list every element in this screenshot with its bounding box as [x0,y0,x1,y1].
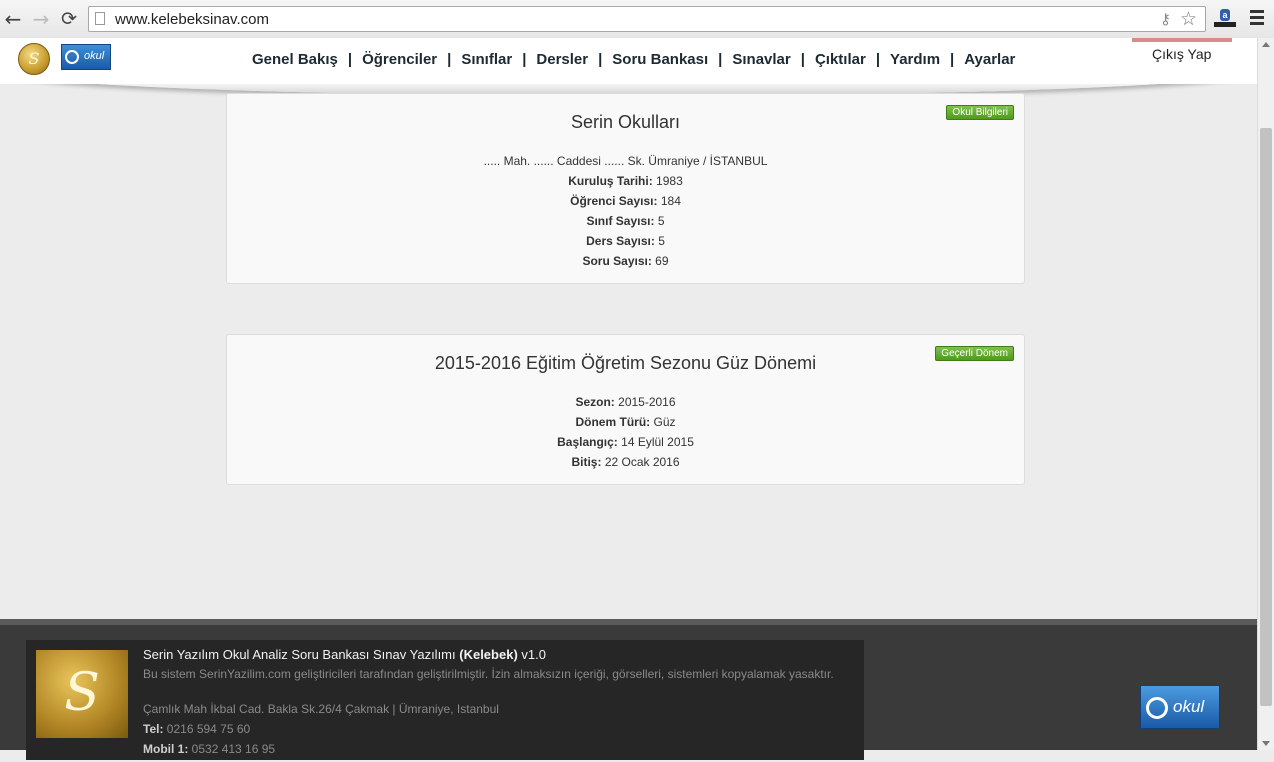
school-address: ..... Mah. ...... Caddesi ...... Sk. Ümr… [483,154,768,168]
student-count-row: Öğrenci Sayısı: 184 [570,194,681,208]
nav-separator: | [522,50,527,68]
school-info-panel: Serin Okulları Okul Bilgileri ..... Mah.… [226,93,1025,284]
footer-phone: Tel: 0216 594 75 60 [143,722,251,736]
page-scrollbar[interactable] [1257,38,1274,750]
footer-eokul-logo[interactable]: okul [1140,685,1220,729]
logout-label[interactable]: Çıkış Yap [1152,46,1211,62]
serin-logo[interactable]: S [18,43,50,75]
key-icon[interactable]: ⚷ [1160,10,1171,28]
nav-siniflar[interactable]: Sınıflar [461,51,512,68]
course-count-row: Ders Sayısı: 5 [586,234,665,248]
nav-separator: | [447,50,452,68]
scroll-down-icon[interactable] [1262,741,1270,746]
question-count-row: Soru Sayısı: 69 [582,254,669,268]
term-details: Sezon: 2015-2016 Dönem Türü: Güz Başlang… [227,392,1024,472]
footer-text: Serin Yazılım Okul Analiz Soru Bankası S… [143,647,863,762]
footer-eokul-e-icon [1146,697,1168,719]
nav-separator: | [950,50,955,68]
nav-genel-bakis[interactable]: Genel Bakış [252,51,338,68]
nav-ciktilar[interactable]: Çıktılar [815,51,866,68]
footer-eokul-text: okul [1173,697,1205,716]
school-info-button[interactable]: Okul Bilgileri [946,105,1014,120]
footer-notice: Bu sistem SerinYazilim.com geliştiricile… [143,667,834,681]
page-icon [95,12,105,25]
season-row: Sezon: 2015-2016 [575,395,676,409]
hamburger-menu-icon[interactable] [1250,10,1266,26]
term-info-panel: 2015-2016 Eğitim Öğretim Sezonu Güz Döne… [226,334,1025,485]
current-term-button[interactable]: Geçerli Dönem [935,346,1014,361]
browser-toolbar: ← → ⟳ www.kelebeksinav.com ⚷ ☆ a [0,0,1274,39]
reload-icon[interactable]: ⟳ [58,8,80,30]
eokul-logo-text: okul [84,50,105,62]
extension-badge: a [1220,9,1230,21]
eokul-e-icon [65,50,79,64]
extension-icon[interactable]: a [1214,9,1236,29]
end-date-row: Bitiş: 22 Ocak 2016 [571,455,680,469]
nav-ayarlar[interactable]: Ayarlar [964,51,1015,68]
nav-dersler[interactable]: Dersler [536,51,588,68]
scroll-up-icon[interactable] [1262,42,1270,47]
nav-separator: | [718,50,723,68]
forward-arrow-icon[interactable]: → [30,8,52,30]
term-type-row: Dönem Türü: Güz [575,415,676,429]
founding-date-row: Kuruluş Tarihi: 1983 [568,174,683,188]
nav-separator: | [875,50,881,68]
extension-base [1214,22,1236,27]
footer-address: Çamlık Mah İkbal Cad. Bakla Sk.26/4 Çakm… [143,702,499,716]
main-nav: Genel Bakış | Öğrenciler | Sınıflar | De… [252,49,1015,69]
school-title: Serin Okulları [570,112,681,132]
logout-button[interactable]: Çıkış Yap [1132,38,1232,68]
start-date-row: Başlangıç: 14 Eylül 2015 [557,435,694,449]
nav-sinavlar[interactable]: Sınavlar [732,51,790,68]
scrollbar-thumb[interactable] [1260,128,1272,706]
footer-title: Serin Yazılım Okul Analiz Soru Bankası S… [143,647,546,662]
address-bar[interactable]: www.kelebeksinav.com ⚷ ☆ [88,6,1206,32]
nav-ogrenciler[interactable]: Öğrenciler [362,51,437,68]
nav-yardim[interactable]: Yardım [890,51,940,68]
site-footer: S Serin Yazılım Okul Analiz Soru Bankası… [0,619,1257,760]
logout-accent-bar [1132,38,1232,42]
back-arrow-icon[interactable]: ← [2,8,24,30]
nav-separator: | [800,50,805,68]
bookmark-star-icon[interactable]: ☆ [1180,8,1197,30]
footer-serin-logo: S [36,650,128,738]
term-title: 2015-2016 Eğitim Öğretim Sezonu Güz Döne… [434,353,817,373]
footer-mobile: Mobil 1: 0532 413 16 95 [143,742,276,756]
nav-separator: | [347,50,353,68]
school-details: ..... Mah. ...... Caddesi ...... Sk. Ümr… [227,151,1024,271]
eokul-logo[interactable]: okul [61,44,111,70]
nav-soru-bankasi[interactable]: Soru Bankası [612,51,708,68]
class-count-row: Sınıf Sayısı: 5 [586,214,665,228]
footer-info-box: S Serin Yazılım Okul Analiz Soru Bankası… [26,640,864,760]
url-text[interactable]: www.kelebeksinav.com [115,11,269,28]
nav-separator: | [598,50,603,68]
